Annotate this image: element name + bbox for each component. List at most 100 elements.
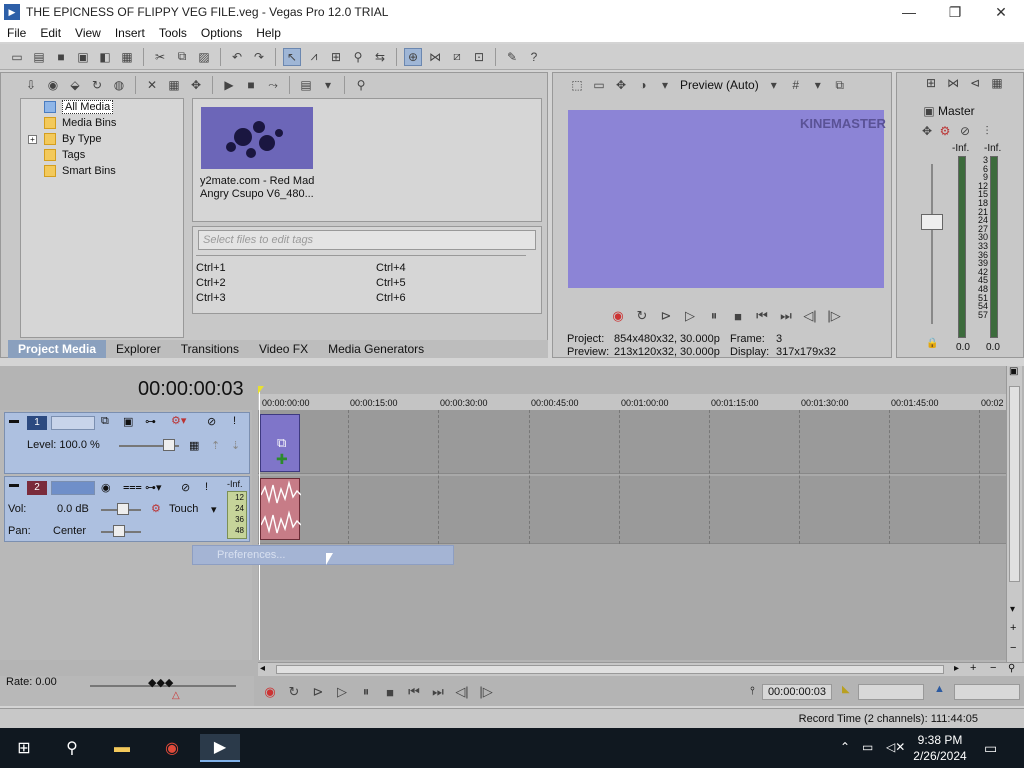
save-icon[interactable]: ■ bbox=[52, 48, 70, 66]
timeline-menu-icon[interactable]: ▣ bbox=[1009, 366, 1018, 377]
split-screen-icon[interactable]: ◑ bbox=[634, 76, 652, 94]
solo-icon[interactable]: ! bbox=[205, 481, 208, 493]
go-to-start-icon[interactable]: ⏮ bbox=[402, 684, 426, 700]
search-icon[interactable]: ⚲ bbox=[58, 734, 86, 762]
tab-media-generators[interactable]: Media Generators bbox=[318, 340, 434, 358]
media-fx-icon[interactable]: ▦ bbox=[165, 76, 183, 94]
play-icon[interactable]: ▶ bbox=[220, 76, 238, 94]
track-name-field[interactable] bbox=[51, 416, 95, 430]
snapping-icon[interactable]: ⊕ bbox=[404, 47, 422, 66]
master-mute-icon[interactable]: ⊘ bbox=[956, 122, 974, 140]
zoom-tool-icon[interactable]: ⚲ bbox=[349, 48, 367, 66]
event-fx-icon[interactable]: ✚ bbox=[276, 451, 288, 468]
volume-muted-icon[interactable]: ◁✕ bbox=[886, 740, 905, 754]
loop-length-field[interactable] bbox=[954, 684, 1020, 700]
menu-item-preferences[interactable]: Preferences... bbox=[217, 549, 285, 561]
master-fx-icon[interactable]: ✥ bbox=[918, 122, 936, 140]
file-explorer-icon[interactable]: ▬ bbox=[108, 734, 136, 762]
menu-file[interactable]: File bbox=[0, 26, 33, 40]
undo-icon[interactable]: ↶ bbox=[228, 48, 246, 66]
menu-insert[interactable]: Insert bbox=[108, 26, 152, 40]
timeline-vertical-scrollbar[interactable]: ▣ ▾ + − bbox=[1006, 366, 1022, 676]
new-icon[interactable]: ▭ bbox=[8, 48, 26, 66]
mute-icon[interactable]: ⊘ bbox=[207, 415, 216, 428]
render-icon[interactable]: ◧ bbox=[96, 48, 114, 66]
restore-button[interactable]: ❐ bbox=[932, 0, 978, 24]
loop-icon[interactable]: ↻ bbox=[630, 308, 654, 324]
auto-preview-icon[interactable]: ⤳ bbox=[264, 76, 282, 94]
zoom-out-horizontal-icon[interactable]: − bbox=[990, 662, 996, 674]
refresh-icon[interactable]: ↻ bbox=[88, 76, 106, 94]
cut-icon[interactable]: ✂ bbox=[151, 48, 169, 66]
tab-video-fx[interactable]: Video FX bbox=[249, 340, 318, 358]
loop-marker-icon[interactable] bbox=[258, 386, 264, 394]
play-icon[interactable]: ▷ bbox=[330, 684, 354, 700]
chrome-icon[interactable]: ◉ bbox=[158, 734, 186, 762]
envelope-tool-icon[interactable]: ⩘ bbox=[305, 48, 323, 66]
whats-this-help-icon[interactable]: ? bbox=[525, 48, 543, 66]
taskbar-clock[interactable]: 9:38 PM 2/26/2024 bbox=[910, 732, 970, 764]
menu-view[interactable]: View bbox=[68, 26, 108, 40]
go-to-end-icon[interactable]: ⏭ bbox=[426, 684, 450, 700]
external-monitor-icon[interactable]: ▭ bbox=[590, 76, 608, 94]
ignore-grouping-icon[interactable]: ⊡ bbox=[470, 48, 488, 66]
stop-icon[interactable]: ■ bbox=[378, 685, 402, 700]
tree-item-all-media[interactable]: All Media bbox=[44, 99, 114, 115]
go-to-end-icon[interactable]: ⏭ bbox=[774, 308, 798, 324]
scrollbar-thumb[interactable] bbox=[1009, 386, 1020, 582]
close-button[interactable]: ✕ bbox=[978, 0, 1024, 24]
normal-edit-tool-icon[interactable]: ↖ bbox=[283, 47, 301, 66]
menu-edit[interactable]: Edit bbox=[33, 26, 68, 40]
audio-event[interactable] bbox=[260, 478, 302, 540]
prev-frame-icon[interactable]: ◁| bbox=[798, 308, 822, 324]
open-icon[interactable]: ▤ bbox=[30, 48, 48, 66]
dropdown-icon[interactable]: ▾ bbox=[656, 76, 674, 94]
zoom-in-vertical-icon[interactable]: + bbox=[1010, 622, 1016, 634]
network-icon[interactable]: ▭ bbox=[862, 740, 873, 754]
downmix-icon[interactable]: ⋈ bbox=[944, 74, 962, 92]
video-track-header[interactable]: ▬ 1 ⧉ ▣ ⊶ ⚙▾ ⊘ ! Level: 100.0 % ▦ ⇡ ⇣ bbox=[4, 412, 250, 474]
tree-item-tags[interactable]: Tags bbox=[44, 147, 85, 163]
windows-start-icon[interactable]: ⊞ bbox=[10, 734, 38, 762]
track-fx-icon[interactable]: ▣ bbox=[123, 415, 133, 428]
prev-frame-icon[interactable]: ◁| bbox=[450, 684, 474, 700]
video-track-lane[interactable] bbox=[258, 410, 1006, 474]
expand-icon[interactable]: + bbox=[28, 135, 37, 144]
lock-icon[interactable]: 🔒 bbox=[926, 338, 938, 349]
tab-project-media[interactable]: Project Media bbox=[8, 340, 107, 358]
rate-slider-knob[interactable]: ◆◆◆ bbox=[148, 676, 173, 689]
go-to-start-icon[interactable]: ⏮ bbox=[750, 308, 774, 324]
pan-crop-icon[interactable]: ⧉ bbox=[277, 435, 286, 451]
invert-phase-icon[interactable]: ⩶ bbox=[123, 481, 142, 494]
solo-icon[interactable]: ! bbox=[233, 415, 236, 427]
save-as-icon[interactable]: ▣ bbox=[74, 48, 92, 66]
properties-icon[interactable]: ▦ bbox=[118, 48, 136, 66]
copy-icon[interactable]: ⧉ bbox=[173, 48, 191, 66]
plugin-icon[interactable]: ✥ bbox=[187, 76, 205, 94]
collapse-icon[interactable]: ▬ bbox=[9, 415, 19, 426]
tree-item-smart-bins[interactable]: Smart Bins bbox=[44, 163, 116, 179]
show-hidden-icons-icon[interactable]: ⌃ bbox=[840, 740, 850, 754]
mute-icon[interactable]: ⊘ bbox=[181, 481, 190, 494]
next-frame-icon[interactable]: |▷ bbox=[822, 308, 846, 324]
collapse-icon[interactable]: ▬ bbox=[9, 479, 19, 490]
mixer-icon[interactable]: ⊞ bbox=[922, 74, 940, 92]
master-checkbox-icon[interactable]: ▣ bbox=[920, 102, 938, 120]
brush-icon[interactable]: ✎ bbox=[503, 48, 521, 66]
automation-settings-icon[interactable]: ⚙ bbox=[151, 502, 161, 515]
scroll-down-icon[interactable]: ▾ bbox=[1010, 604, 1015, 615]
stop-icon[interactable]: ■ bbox=[242, 76, 260, 94]
menu-options[interactable]: Options bbox=[194, 26, 249, 40]
auto-crossfade-icon[interactable]: ⋈ bbox=[426, 48, 444, 66]
overlays-icon[interactable]: # bbox=[787, 76, 805, 94]
master-pin-icon[interactable]: ⫶ bbox=[978, 122, 996, 140]
selection-tool-icon[interactable]: ⊞ bbox=[327, 48, 345, 66]
play-from-start-icon[interactable]: ⊳ bbox=[306, 684, 330, 700]
compositing-icon[interactable]: ⊶ bbox=[145, 415, 156, 428]
composite-down-icon[interactable]: ⇣ bbox=[231, 439, 240, 452]
automation-mode-dropdown-icon[interactable]: ▾ bbox=[211, 503, 217, 516]
arm-record-icon[interactable]: ◉ bbox=[101, 481, 111, 494]
pan-slider-knob[interactable] bbox=[113, 525, 125, 537]
automation-mode[interactable]: Touch bbox=[169, 503, 198, 515]
tab-explorer[interactable]: Explorer bbox=[106, 340, 171, 358]
